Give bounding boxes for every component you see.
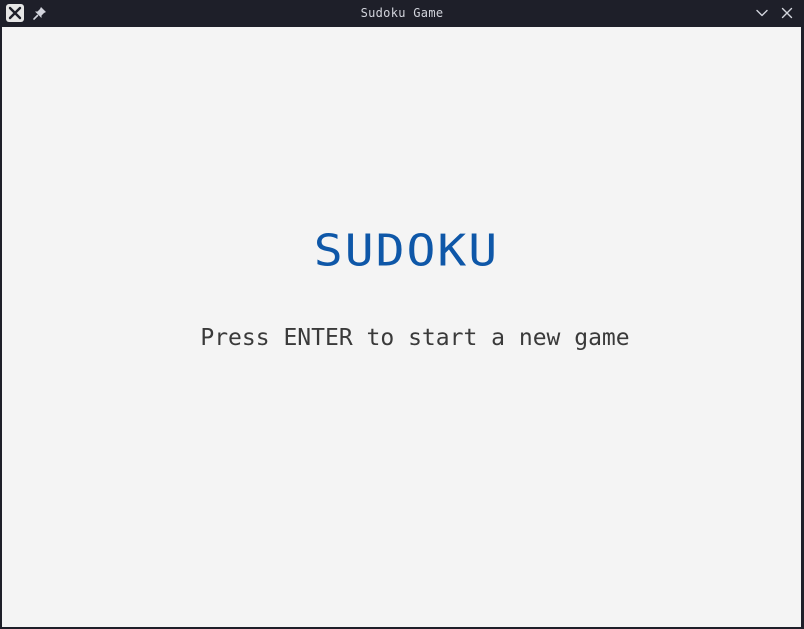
app-window: Sudoku Game SUDOKU Press ENTER to start …: [0, 0, 804, 629]
title-bar[interactable]: Sudoku Game: [0, 0, 804, 26]
start-prompt: Press ENTER to start a new game: [200, 325, 630, 351]
chevron-down-icon[interactable]: [754, 5, 770, 21]
window-title: Sudoku Game: [360, 6, 444, 20]
game-canvas[interactable]: SUDOKU Press ENTER to start a new game: [2, 27, 801, 627]
game-title: SUDOKU: [313, 225, 500, 277]
close-icon[interactable]: [779, 5, 795, 21]
